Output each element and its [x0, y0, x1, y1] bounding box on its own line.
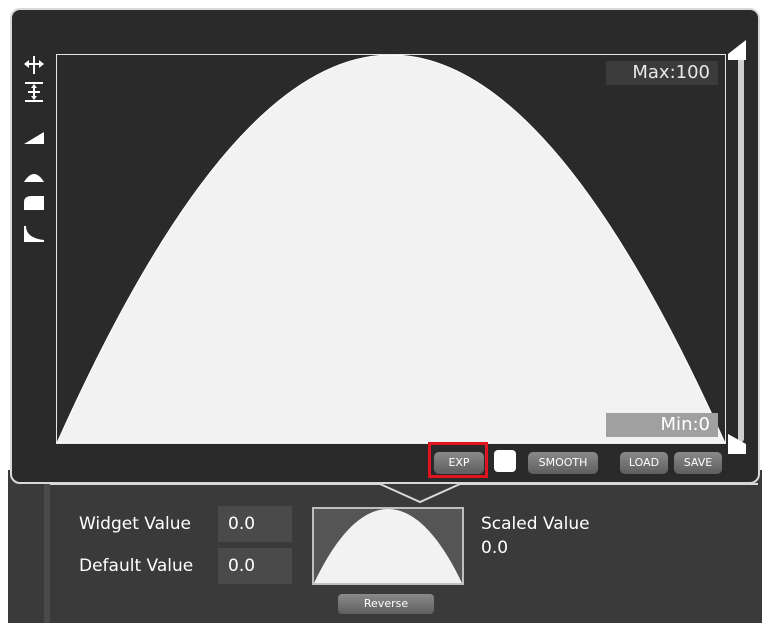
curve-graph	[57, 55, 725, 443]
plateau-icon[interactable]	[22, 190, 46, 214]
max-value-badge[interactable]: Max:100	[606, 61, 718, 85]
slider-top-handle[interactable]	[728, 40, 746, 60]
ramp-icon[interactable]	[22, 124, 46, 148]
save-button[interactable]: SAVE	[674, 452, 722, 474]
curve-thumbnail[interactable]	[312, 507, 464, 585]
scaled-value: 0.0	[481, 538, 509, 558]
arc-icon[interactable]	[22, 164, 46, 188]
curve-fill	[57, 55, 725, 443]
slider-bottom-handle[interactable]	[728, 434, 746, 454]
widget-value-field[interactable]: 0.0	[218, 506, 292, 542]
move-icon[interactable]	[22, 54, 46, 78]
curve-thumbnail-graph	[314, 509, 462, 583]
reverse-button[interactable]: Reverse	[338, 594, 434, 614]
curve-editor-popup: Max:100 Min:0 EXP SMOOTH LOAD SAVE	[10, 8, 760, 484]
exp-button-highlight	[428, 442, 488, 478]
min-value-badge[interactable]: Min:0	[606, 413, 718, 437]
default-value-field[interactable]: 0.0	[218, 548, 292, 584]
range-slider[interactable]	[738, 48, 744, 442]
curve-plot[interactable]	[56, 54, 726, 444]
split-icon[interactable]	[22, 80, 46, 104]
ease-icon[interactable]	[22, 222, 46, 246]
widget-value-label: Widget Value	[79, 514, 191, 534]
scaled-value-label: Scaled Value	[481, 514, 590, 534]
popup-pointer	[50, 483, 758, 504]
smooth-button[interactable]: SMOOTH	[528, 452, 598, 474]
load-button[interactable]: LOAD	[620, 452, 668, 474]
curve-color-swatch[interactable]	[494, 450, 516, 472]
default-value-label: Default Value	[79, 556, 194, 576]
